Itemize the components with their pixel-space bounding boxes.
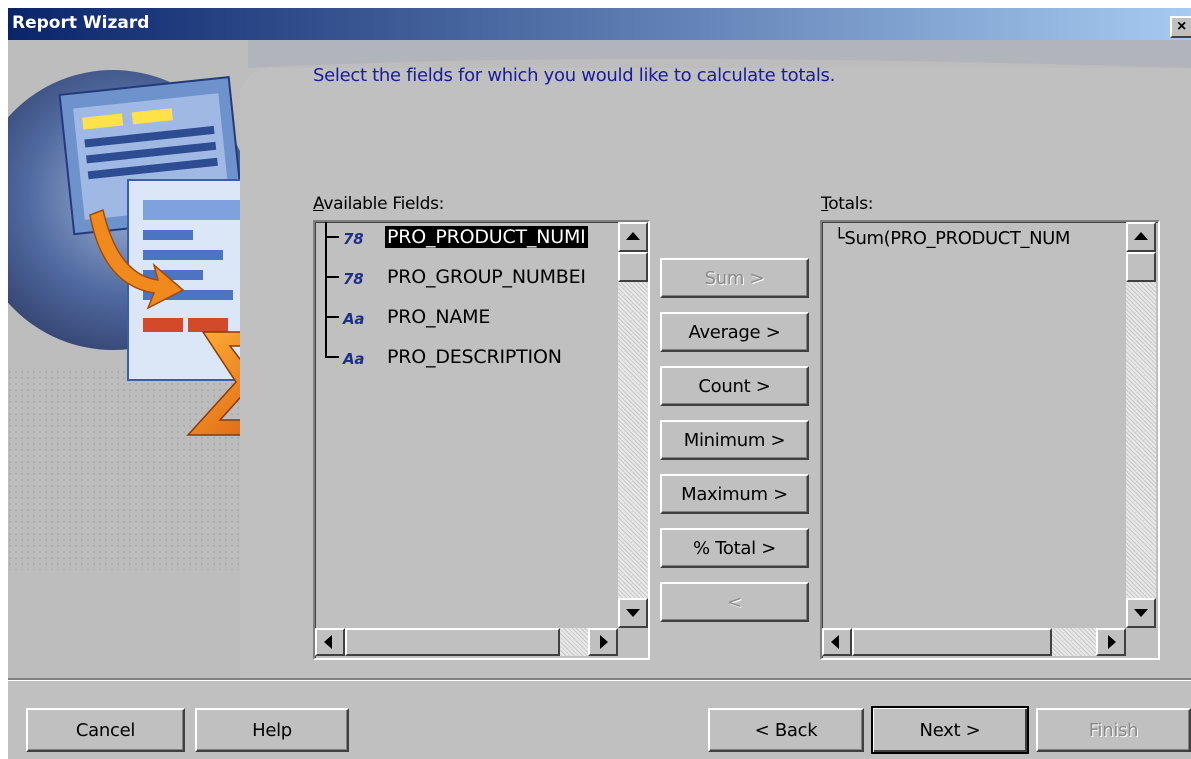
percent-total-button[interactable]: % Total > xyxy=(660,528,809,568)
sum-button[interactable]: Sum > xyxy=(660,258,809,298)
help-button[interactable]: Help xyxy=(195,708,349,752)
arrow-up-icon xyxy=(626,232,640,240)
scroll-thumb[interactable] xyxy=(852,628,1052,656)
button-bar: Cancel Help < Back Next > Finish xyxy=(8,678,1191,759)
text-field-icon: Aa xyxy=(343,350,365,368)
close-icon: × xyxy=(1177,18,1187,35)
text-field-icon: Aa xyxy=(343,310,365,328)
arrow-left-icon xyxy=(831,635,839,649)
title-bar: Report Wizard × xyxy=(8,8,1191,40)
scroll-up-button[interactable] xyxy=(1126,222,1156,252)
horizontal-scrollbar[interactable] xyxy=(822,628,1126,656)
available-fields-label: Available Fields: xyxy=(313,194,445,214)
available-fields-list[interactable]: 78 PRO_PRODUCT_NUMI 78 PRO_GROUP_NUMBEI … xyxy=(313,220,650,660)
vertical-scrollbar[interactable] xyxy=(618,222,648,628)
scroll-down-button[interactable] xyxy=(618,598,648,628)
count-button[interactable]: Count > xyxy=(660,366,809,406)
arrow-up-icon xyxy=(1134,232,1148,240)
scroll-right-button[interactable] xyxy=(1096,628,1126,656)
arrow-left-icon xyxy=(324,635,332,649)
minimum-button[interactable]: Minimum > xyxy=(660,420,809,460)
remove-button[interactable]: < xyxy=(660,582,809,622)
close-button[interactable]: × xyxy=(1170,16,1191,38)
scroll-thumb[interactable] xyxy=(618,252,648,282)
numeric-field-icon: 78 xyxy=(343,230,364,248)
totals-label: Totals: xyxy=(821,194,874,214)
list-item[interactable]: 78 PRO_PRODUCT_NUMI xyxy=(315,224,625,254)
scroll-up-button[interactable] xyxy=(618,222,648,252)
report-wizard-window: Report Wizard × Select the fields for wh… xyxy=(8,8,1191,759)
average-button[interactable]: Average > xyxy=(660,312,809,352)
field-name: PRO_PRODUCT_NUMI xyxy=(385,226,588,248)
window-title: Report Wizard xyxy=(12,13,150,33)
maximum-button[interactable]: Maximum > xyxy=(660,474,809,514)
field-name: PRO_NAME xyxy=(387,306,491,328)
scroll-thumb[interactable] xyxy=(345,628,560,656)
list-item[interactable]: Aa PRO_NAME xyxy=(315,304,625,334)
instruction-text: Select the fields for which you would li… xyxy=(313,65,836,86)
field-name: PRO_GROUP_NUMBEI xyxy=(387,266,586,288)
horizontal-scrollbar[interactable] xyxy=(315,628,618,656)
scroll-down-button[interactable] xyxy=(1126,598,1156,628)
numeric-field-icon: 78 xyxy=(343,270,364,288)
arrow-down-icon xyxy=(1134,609,1148,617)
scroll-left-button[interactable] xyxy=(822,628,852,656)
arrow-down-icon xyxy=(626,609,640,617)
totals-list[interactable]: └Sum(PRO_PRODUCT_NUM xyxy=(820,220,1160,660)
vertical-scrollbar[interactable] xyxy=(1126,222,1156,628)
arrow-right-icon xyxy=(1108,635,1116,649)
scroll-thumb[interactable] xyxy=(1126,252,1156,282)
next-button[interactable]: Next > xyxy=(871,706,1029,754)
back-button[interactable]: < Back xyxy=(708,708,864,752)
cancel-button[interactable]: Cancel xyxy=(26,708,185,752)
finish-button[interactable]: Finish xyxy=(1036,708,1191,752)
field-name: PRO_DESCRIPTION xyxy=(387,346,562,368)
arrow-right-icon xyxy=(600,635,608,649)
list-item[interactable]: 78 PRO_GROUP_NUMBEI xyxy=(315,264,625,294)
scroll-right-button[interactable] xyxy=(588,628,618,656)
scroll-left-button[interactable] xyxy=(315,628,345,656)
list-item[interactable]: Aa PRO_DESCRIPTION xyxy=(315,344,625,374)
list-item[interactable]: └Sum(PRO_PRODUCT_NUM xyxy=(834,228,1070,249)
